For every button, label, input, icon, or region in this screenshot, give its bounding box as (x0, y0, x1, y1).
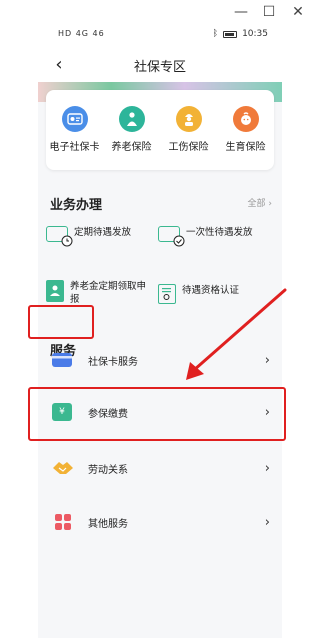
grid-label: 工伤保险 (168, 142, 209, 153)
bluetooth-icon: ᛒ (212, 29, 219, 39)
maximize-icon[interactable]: ☐ (259, 2, 279, 22)
certificate-icon (158, 284, 176, 304)
baby-icon (232, 106, 259, 132)
quick-access-grid: 电子社保卡 养老保险 工伤保险 生育保险 (46, 90, 274, 170)
biz-item-regular-benefit[interactable]: 定期待遇发放 (46, 226, 132, 247)
biz-item-qualification-cert[interactable]: 待遇资格认证 (158, 284, 239, 304)
service-label: 其他服务 (88, 518, 128, 530)
biz-item-one-time-benefit[interactable]: 一次性待遇发放 (158, 226, 253, 247)
service-label: 社保卡服务 (88, 356, 138, 368)
view-all-link[interactable]: 全部 › (248, 196, 272, 209)
chevron-right-icon: › (264, 514, 270, 530)
service-row-card[interactable]: 社保卡服务 › (38, 334, 282, 386)
grid-item-injury[interactable]: 工伤保险 (162, 106, 216, 170)
grid-label: 生育保险 (225, 142, 266, 153)
business-section-title: 业务办理 (50, 198, 103, 213)
card-clock-icon (46, 226, 73, 247)
grid-item-maternity[interactable]: 生育保险 (219, 106, 273, 170)
chevron-right-icon: › (264, 352, 270, 368)
biz-label: 一次性待遇发放 (186, 227, 253, 238)
grid-item-pension[interactable]: 养老保险 (105, 106, 159, 170)
biz-label: 养老金定期领取申报 (70, 281, 147, 305)
annotation-highlight-services (28, 305, 94, 339)
grid-label: 养老保险 (111, 142, 152, 153)
page-title: 社保专区 (133, 60, 186, 75)
grid-icon (52, 511, 74, 533)
biz-label: 待遇资格认证 (182, 285, 240, 296)
signal-indicator: HD 4G 46 (58, 29, 105, 38)
chevron-right-icon: › (264, 460, 270, 476)
document-person-icon (46, 280, 64, 302)
biz-item-pension-declaration[interactable]: 养老金定期领取申报 (46, 280, 154, 306)
status-time: 10:35 (242, 29, 268, 39)
id-card-icon (61, 106, 88, 132)
window-controls: — ☐ ✕ (0, 0, 320, 24)
minimize-icon[interactable]: — (231, 2, 251, 22)
battery-icon (223, 30, 238, 38)
elder-person-icon (118, 106, 145, 132)
grid-label: 电子社保卡 (49, 142, 100, 153)
close-icon[interactable]: ✕ (288, 2, 308, 22)
grid-item-e-card[interactable]: 电子社保卡 (48, 106, 102, 170)
biz-label: 定期待遇发放 (74, 227, 132, 238)
card-icon (52, 353, 72, 367)
service-label: 劳动关系 (88, 464, 128, 476)
handshake-icon (52, 457, 74, 479)
annotation-highlight-contribution (28, 387, 286, 441)
service-row-labor[interactable]: 劳动关系 › (38, 442, 282, 494)
nav-bar: ‹ 社保专区 (38, 46, 282, 82)
worker-icon (175, 106, 202, 132)
service-row-other[interactable]: 其他服务 › (38, 496, 282, 548)
status-bar: HD 4G 46 ᛒ 10:35 (38, 24, 282, 46)
card-check-icon (158, 226, 185, 247)
